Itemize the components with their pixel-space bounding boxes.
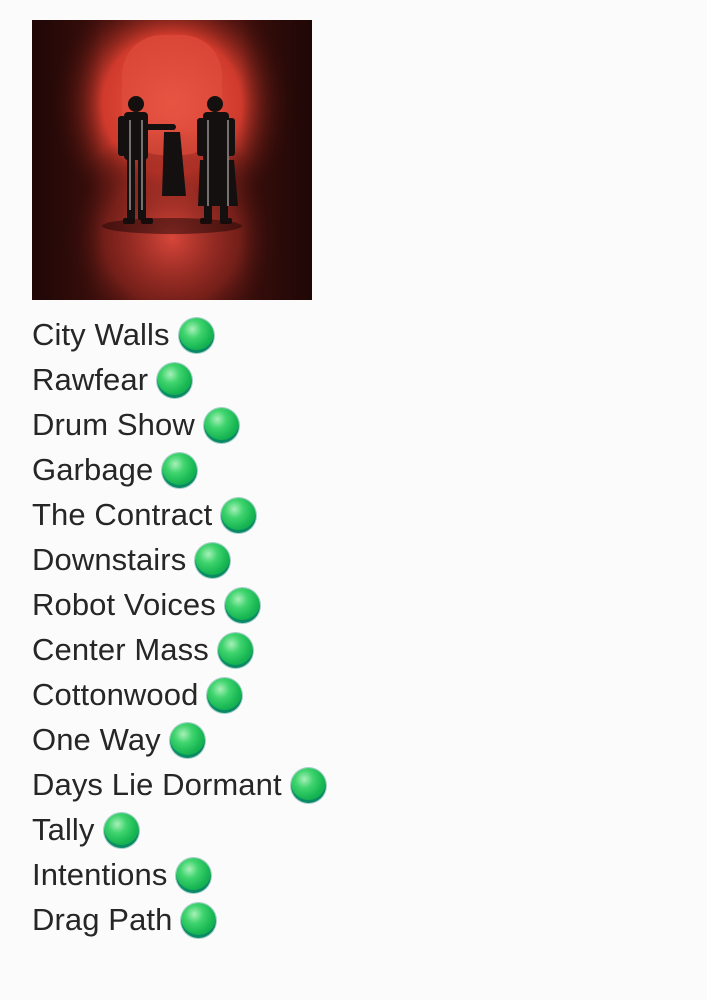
green-circle-icon xyxy=(157,363,193,398)
track-name: Robot Voices xyxy=(32,586,216,622)
green-circle-icon xyxy=(162,453,198,488)
track-item: The Contract xyxy=(32,492,326,537)
track-item: Drag Path xyxy=(32,897,326,942)
green-circle-icon xyxy=(195,543,231,578)
track-name: One Way xyxy=(32,721,161,757)
green-circle-icon xyxy=(217,633,253,668)
green-circle-icon xyxy=(169,723,205,758)
green-circle-icon xyxy=(221,498,257,533)
green-circle-icon xyxy=(181,903,217,938)
track-name: Tally xyxy=(32,811,95,847)
track-item: Cottonwood xyxy=(32,672,326,717)
album-cover xyxy=(32,20,312,300)
green-circle-icon xyxy=(203,408,239,443)
track-name: Cottonwood xyxy=(32,676,199,712)
track-item: Drum Show xyxy=(32,402,326,447)
track-item: Robot Voices xyxy=(32,582,326,627)
track-item: Center Mass xyxy=(32,627,326,672)
track-item: Intentions xyxy=(32,852,326,897)
track-name: Downstairs xyxy=(32,541,187,577)
track-name: City Walls xyxy=(32,316,170,352)
green-circle-icon xyxy=(290,768,326,803)
track-item: Tally xyxy=(32,807,326,852)
track-item: City Walls xyxy=(32,312,326,357)
green-circle-icon xyxy=(178,318,214,353)
track-list: City Walls Rawfear Drum Show Garbage The Con… xyxy=(32,312,326,942)
track-name: Days Lie Dormant xyxy=(32,766,282,802)
green-circle-icon xyxy=(103,813,139,848)
track-name: Intentions xyxy=(32,856,168,892)
track-name: Garbage xyxy=(32,451,154,487)
track-name: Rawfear xyxy=(32,361,149,397)
track-name: Center Mass xyxy=(32,631,209,667)
green-circle-icon xyxy=(224,588,260,623)
track-name: Drum Show xyxy=(32,406,195,442)
track-name: Drag Path xyxy=(32,901,173,937)
track-item: Rawfear xyxy=(32,357,326,402)
track-item: Garbage xyxy=(32,447,326,492)
green-circle-icon xyxy=(176,858,212,893)
track-name: The Contract xyxy=(32,496,213,532)
track-item: Days Lie Dormant xyxy=(32,762,326,807)
track-item: Downstairs xyxy=(32,537,326,582)
album-cover-art xyxy=(32,20,312,300)
track-item: One Way xyxy=(32,717,326,762)
green-circle-icon xyxy=(207,678,243,713)
